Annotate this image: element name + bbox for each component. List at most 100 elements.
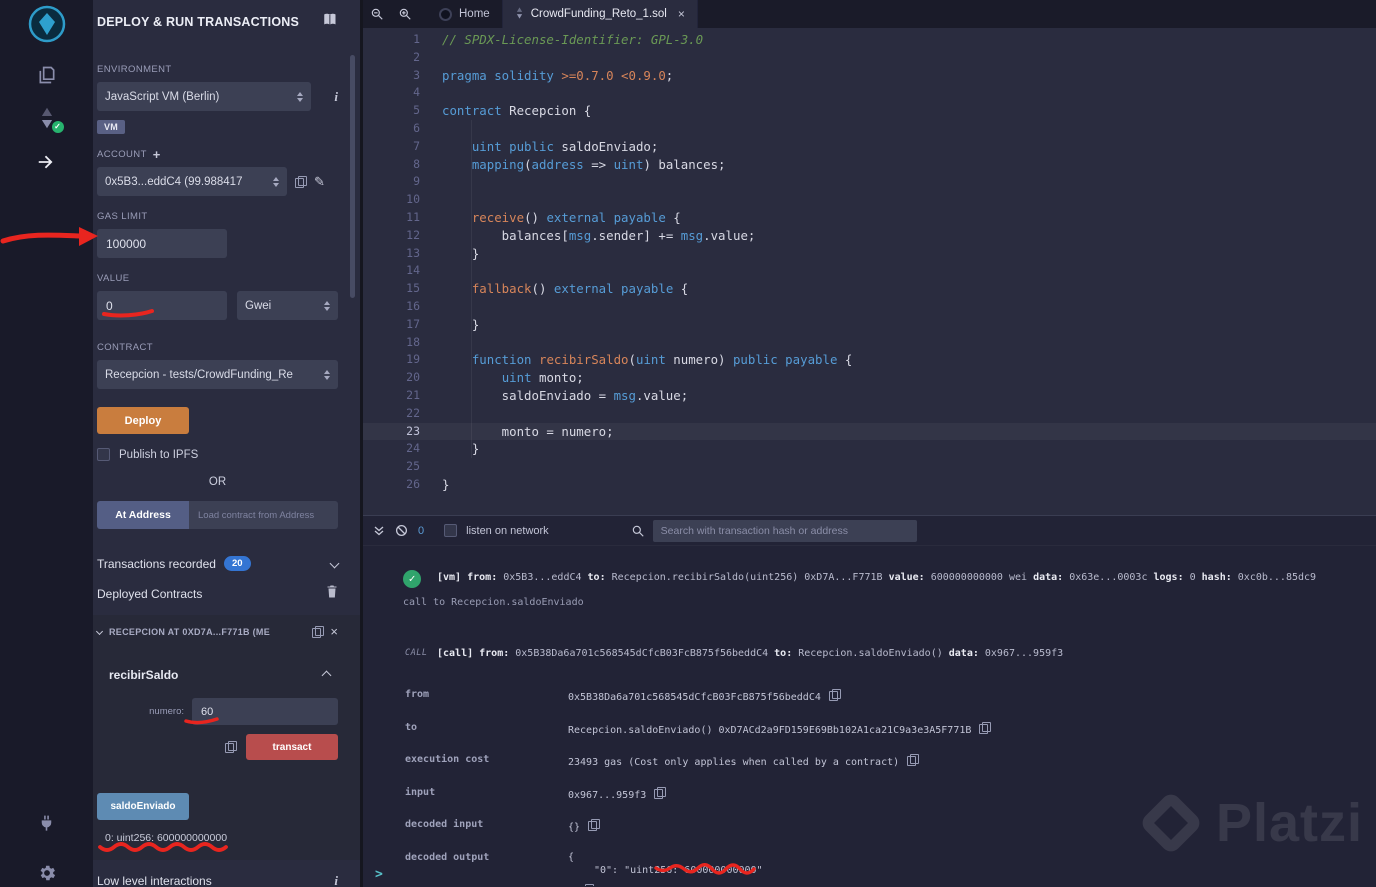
add-account-icon[interactable]: + <box>153 148 161 161</box>
line-number[interactable]: 12 <box>363 227 420 245</box>
numero-input[interactable] <box>192 698 338 725</box>
tab-home[interactable]: Home <box>427 0 503 28</box>
remix-logo-icon[interactable] <box>28 5 66 43</box>
line-number[interactable]: 11 <box>363 209 420 227</box>
line-number[interactable]: 26 <box>363 476 420 494</box>
code-line-3[interactable]: 3 pragma solidity >=0.7.0 <0.9.0; <box>363 67 1376 85</box>
code-line-2[interactable]: 2 <box>363 49 1376 67</box>
sidebar-scrollbar[interactable] <box>350 55 355 298</box>
code-line-11[interactable]: 11 receive() external payable { <box>363 209 1376 227</box>
line-number[interactable]: 25 <box>363 458 420 476</box>
plugin-manager-icon[interactable] <box>37 814 56 833</box>
value-input[interactable] <box>97 291 227 320</box>
deploy-button[interactable]: Deploy <box>97 407 189 434</box>
transact-button[interactable]: transact <box>246 734 338 760</box>
line-number[interactable]: 3 <box>363 67 420 85</box>
line-number[interactable]: 24 <box>363 440 420 458</box>
gas-limit-input[interactable] <box>97 229 227 258</box>
copy-account-icon[interactable] <box>295 175 307 188</box>
contract-select[interactable]: Recepcion - tests/CrowdFunding_Re <box>97 360 338 389</box>
line-number[interactable]: 15 <box>363 280 420 298</box>
code-line-7[interactable]: 7 uint public saldoEnviado; <box>363 138 1376 156</box>
code-line-4[interactable]: 4 <box>363 84 1376 102</box>
code-line-17[interactable]: 17 } <box>363 316 1376 334</box>
deploy-run-icon[interactable] <box>36 151 58 173</box>
code-line-18[interactable]: 18 <box>363 334 1376 352</box>
line-number[interactable]: 2 <box>363 49 420 67</box>
code-line-6[interactable]: 6 <box>363 120 1376 138</box>
chevron-down-icon[interactable] <box>329 558 340 569</box>
close-tab-icon[interactable]: × <box>678 8 685 20</box>
copy-icon[interactable] <box>907 754 920 766</box>
line-number[interactable]: 4 <box>363 84 420 102</box>
line-number[interactable]: 18 <box>363 334 420 352</box>
file-explorer-icon[interactable] <box>37 65 57 85</box>
terminal-search-input[interactable] <box>652 519 917 542</box>
edit-account-icon[interactable]: ✎ <box>314 174 325 190</box>
line-number[interactable]: 13 <box>363 245 420 263</box>
line-number[interactable]: 5 <box>363 102 420 120</box>
code-line-5[interactable]: 5 contract Recepcion { <box>363 102 1376 120</box>
zoom-in-icon[interactable] <box>391 0 419 28</box>
copy-icon[interactable] <box>979 721 992 734</box>
documentation-book-icon[interactable] <box>323 13 338 32</box>
tab-crowdfunding-file[interactable]: CrowdFunding_Reto_1.sol × <box>502 0 698 28</box>
code-line-10[interactable]: 10 <box>363 191 1376 209</box>
code-line-16[interactable]: 16 <box>363 298 1376 316</box>
line-number[interactable]: 10 <box>363 191 420 209</box>
code-line-14[interactable]: 14 <box>363 262 1376 280</box>
line-number[interactable]: 19 <box>363 351 420 369</box>
settings-gear-icon[interactable] <box>37 863 57 883</box>
code-line-24[interactable]: 24 } <box>363 440 1376 458</box>
vm-tx-summary[interactable]: [vm] from: 0x5B3...eddC4 to: Recepcion.r… <box>437 570 1316 585</box>
copy-contract-address-icon[interactable] <box>312 625 325 638</box>
remove-contract-icon[interactable]: × <box>330 625 338 638</box>
collapse-contract-icon[interactable] <box>95 627 104 636</box>
value-unit-select[interactable]: Gwei <box>237 291 338 320</box>
saldo-enviado-button[interactable]: saldoEnviado <box>97 793 189 820</box>
expand-terminal-icon[interactable] <box>373 525 385 537</box>
line-number[interactable]: 20 <box>363 369 420 387</box>
at-address-input[interactable] <box>189 501 338 529</box>
chevron-up-icon[interactable] <box>321 670 332 680</box>
low-level-info-icon[interactable]: i <box>334 873 338 887</box>
call-summary[interactable]: [call] from: 0x5B38Da6a701c568545dCfcB03… <box>437 646 1063 661</box>
line-number[interactable]: 1 <box>363 31 420 49</box>
solidity-compiler-icon[interactable]: ✓ <box>37 107 64 133</box>
code-line-25[interactable]: 25 <box>363 458 1376 476</box>
trash-icon[interactable] <box>326 585 338 603</box>
function-name[interactable]: recibirSaldo <box>109 668 178 682</box>
line-number[interactable]: 16 <box>363 298 420 316</box>
account-select[interactable]: 0x5B3...eddC4 (99.988417 <box>97 167 287 196</box>
code-line-22[interactable]: 22 <box>363 405 1376 423</box>
line-number[interactable]: 14 <box>363 262 420 280</box>
line-number[interactable]: 22 <box>363 405 420 423</box>
code-line-15[interactable]: 15 fallback() external payable { <box>363 280 1376 298</box>
line-number[interactable]: 17 <box>363 316 420 334</box>
line-number[interactable]: 9 <box>363 173 420 191</box>
copy-icon[interactable] <box>654 786 667 799</box>
copy-calldata-icon[interactable] <box>225 741 237 753</box>
code-line-8[interactable]: 8 mapping(address => uint) balances; <box>363 156 1376 174</box>
copy-icon[interactable] <box>828 689 841 701</box>
line-number[interactable]: 7 <box>363 138 420 156</box>
code-line-12[interactable]: 12 balances[msg.sender] += msg.value; <box>363 227 1376 245</box>
code-editor[interactable]: 1 // SPDX-License-Identifier: GPL-3.0 2 3 pr… <box>363 28 1376 515</box>
environment-select[interactable]: JavaScript VM (Berlin) <box>97 82 311 111</box>
code-line-13[interactable]: 13 } <box>363 245 1376 263</box>
line-number[interactable]: 8 <box>363 156 420 174</box>
line-number[interactable]: 6 <box>363 120 420 138</box>
code-line-20[interactable]: 20 uint monto; <box>363 369 1376 387</box>
line-number[interactable]: 21 <box>363 387 420 405</box>
copy-icon[interactable] <box>582 883 595 886</box>
code-line-26[interactable]: 26} <box>363 476 1376 494</box>
copy-icon[interactable] <box>588 819 601 831</box>
code-line-9[interactable]: 9 <box>363 173 1376 191</box>
at-address-button[interactable]: At Address <box>97 501 189 529</box>
code-line-1[interactable]: 1 // SPDX-License-Identifier: GPL-3.0 <box>363 31 1376 49</box>
zoom-out-icon[interactable] <box>363 0 391 28</box>
environment-info-icon[interactable]: i <box>334 89 338 105</box>
publish-ipfs-checkbox[interactable] <box>97 448 110 461</box>
line-number[interactable]: 23 <box>363 423 420 441</box>
code-line-19[interactable]: 19 function recibirSaldo(uint numero) pu… <box>363 351 1376 369</box>
